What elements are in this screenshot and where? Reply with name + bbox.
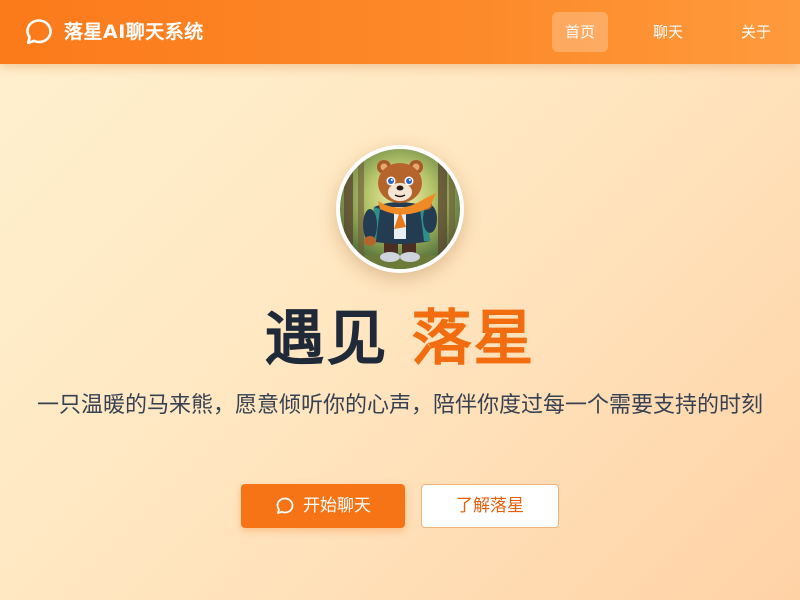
brand[interactable]: 落星AI聊天系统	[24, 16, 204, 48]
headline-accent: 落星	[411, 304, 536, 374]
nav-item-home[interactable]: 首页	[552, 12, 608, 52]
nav-item-about[interactable]: 关于	[728, 12, 784, 52]
hero-headline: 遇见 落星	[0, 300, 800, 378]
hero-subtitle: 一只温暖的马来熊，愿意倾听你的心声，陪伴你度过每一个需要支持的时刻	[36, 393, 763, 418]
headline-lead: 遇见	[264, 304, 389, 374]
learn-more-button[interactable]: 了解落星	[421, 484, 559, 528]
chat-bubble-icon	[276, 497, 294, 514]
brand-title: 落星AI聊天系统	[64, 21, 204, 43]
main-nav: 首页 聊天 关于	[520, 12, 784, 52]
hero-actions: 开始聊天 了解落星	[0, 484, 800, 528]
chat-bubble-icon	[26, 19, 52, 45]
bear-mascot-image	[340, 149, 460, 269]
start-chat-label: 开始聊天	[303, 496, 371, 516]
start-chat-button[interactable]: 开始聊天	[241, 484, 405, 528]
navbar: 落星AI聊天系统 首页 聊天 关于	[0, 0, 800, 64]
bear-avatar	[336, 145, 464, 273]
nav-item-chat[interactable]: 聊天	[640, 12, 696, 52]
